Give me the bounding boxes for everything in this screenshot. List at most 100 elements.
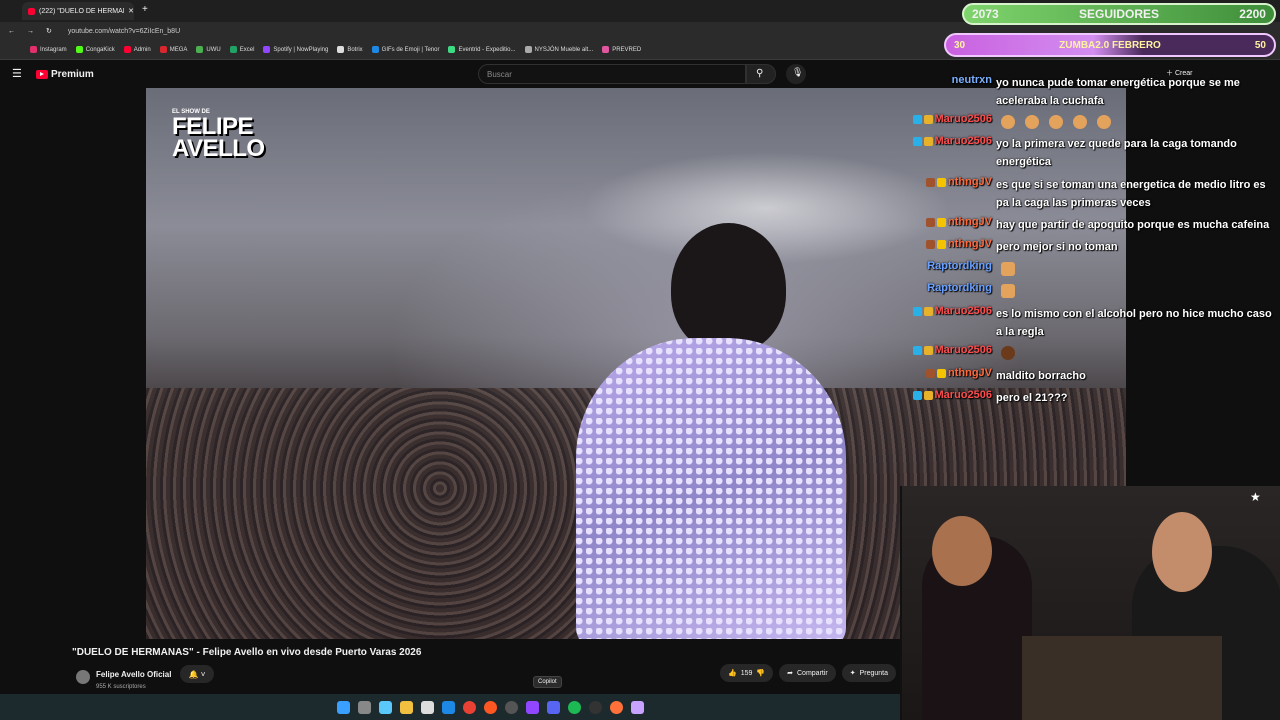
bookmark-item[interactable]: Instagram <box>30 46 67 53</box>
outlook-icon[interactable] <box>441 700 455 714</box>
bookmark-item[interactable]: Botrix <box>337 46 363 53</box>
emote-icon <box>1025 115 1039 130</box>
obs-icon[interactable] <box>588 700 602 714</box>
url-field[interactable]: youtube.com/watch?v=6ZiIcEn_b8U <box>68 28 180 35</box>
tab-title: (222) "DUELO DE HERMANA <box>39 7 125 15</box>
chat-username: Maruo2506 <box>934 389 992 401</box>
chat-username: Maruo2506 <box>934 113 992 125</box>
task-view-icon[interactable] <box>357 700 371 714</box>
badge-icon <box>912 346 922 355</box>
bookmark-item[interactable]: Excel <box>229 46 254 53</box>
search-input[interactable]: Buscar <box>478 64 746 84</box>
forward-icon[interactable]: → <box>27 28 34 35</box>
channel-info: Felipe Avello Oficial 955 K suscriptores <box>76 664 171 690</box>
share-button[interactable]: ➦ Compartir <box>779 664 836 682</box>
reload-icon[interactable]: ↻ <box>46 27 52 35</box>
chat-message: Maruo2506 pero el 21??? <box>890 389 1276 407</box>
bookmark-icon <box>448 46 456 53</box>
bookmark-item[interactable]: NYSJÓN Mueble alt... <box>524 46 593 53</box>
followers-goal-bar: 2073 SEGUIDORES 2200 <box>962 3 1276 25</box>
channel-avatar[interactable] <box>76 670 90 684</box>
chat-message: nthngJV es que si se toman una energetic… <box>890 176 1276 212</box>
spotify-icon[interactable] <box>567 700 581 714</box>
share-icon: ➦ <box>787 670 793 677</box>
start-icon[interactable] <box>336 700 350 714</box>
microphone-icon: 🎙 <box>792 67 804 77</box>
chat-message: Maruo2506 yo la primera vez quede para l… <box>890 135 1276 171</box>
copilot-icon[interactable] <box>378 700 392 714</box>
badge-icon <box>923 115 933 124</box>
discord-icon[interactable] <box>546 700 560 714</box>
badge-icon <box>923 391 933 400</box>
back-icon[interactable]: ← <box>8 28 15 35</box>
app-icon[interactable] <box>483 700 497 714</box>
bookmark-item[interactable]: Spotify | NowPlaying <box>263 46 328 53</box>
file-explorer-icon[interactable] <box>399 700 413 714</box>
chat-message: neutrxn yo nunca pude tomar energética p… <box>951 74 1240 107</box>
twitch-icon[interactable] <box>525 700 539 714</box>
chat-username: neutrxn <box>951 74 992 86</box>
bookmark-icon <box>75 46 83 53</box>
menu-icon[interactable]: ☰ <box>12 67 22 80</box>
chat-message: nthngJV maldito borracho <box>890 367 1276 385</box>
youtube-logo[interactable]: Premium <box>36 69 94 80</box>
chat-username: Maruo2506 <box>934 135 992 147</box>
firefox-icon[interactable] <box>609 700 623 714</box>
bookmark-icon <box>159 46 167 53</box>
streamer-left-head <box>932 516 992 586</box>
bookmark-item[interactable]: MEGA <box>159 46 187 53</box>
bookmark-icon <box>602 46 610 53</box>
bookmark-icon <box>30 46 37 53</box>
notification-bell-button[interactable]: 🔔 ˅ <box>180 665 214 683</box>
emote-icon <box>1001 115 1015 130</box>
chat-message: Maruo2506 <box>890 113 1276 131</box>
bookmark-item[interactable]: Eventrid - Expeditio... <box>448 46 516 53</box>
bookmark-icon <box>229 46 237 53</box>
calendar-icon[interactable] <box>420 700 434 714</box>
new-tab-icon[interactable]: + <box>142 4 148 15</box>
thumbs-up-icon: 👍 <box>728 670 737 677</box>
bookmark-item[interactable]: UWU <box>196 46 221 53</box>
emote-icon <box>1073 115 1087 130</box>
emote-icon <box>1001 346 1015 361</box>
streamer-right-head <box>1152 512 1212 592</box>
chrome-icon[interactable] <box>462 700 476 714</box>
webcam-overlay: ★ <box>900 486 1280 720</box>
performer-image <box>576 338 846 639</box>
windows-taskbar <box>0 694 900 720</box>
bookmark-item[interactable]: CongaKick <box>75 46 115 53</box>
microphone-button[interactable]: 🎙 <box>786 64 806 84</box>
browser-tab[interactable]: (222) "DUELO DE HERMANA ✕ <box>22 2 134 20</box>
app-icon[interactable] <box>630 700 644 714</box>
thumbs-down-icon[interactable]: 👎 <box>756 669 765 677</box>
zumba-goal-bar: 30 ZUMBA2.0 FEBRERO 50 <box>944 33 1276 57</box>
video-title: "DUELO DE HERMANAS" - Felipe Avello en v… <box>72 647 422 658</box>
video-actions: 👍 159 👎 ➦ Compartir ✦ Pregunta <box>720 664 897 682</box>
badge-icon <box>937 240 946 249</box>
badge-icon <box>937 218 946 227</box>
bookmark-item[interactable]: Admin <box>123 46 151 53</box>
performer-hair <box>671 223 786 353</box>
badge-icon <box>937 369 946 378</box>
chat-username: Raptordking <box>927 282 992 294</box>
app-icon[interactable] <box>504 700 518 714</box>
bookmark-item[interactable]: PREVRED <box>602 46 641 53</box>
channel-name[interactable]: Felipe Avello Oficial <box>96 670 171 679</box>
subscriber-count: 955 K suscriptores <box>96 684 146 690</box>
like-button[interactable]: 👍 159 👎 <box>720 664 774 682</box>
bookmark-icon <box>263 46 271 53</box>
badge-icon <box>937 178 946 187</box>
badge-icon <box>926 240 935 249</box>
search-button[interactable]: ⚲ <box>746 64 776 84</box>
badge-icon <box>926 369 935 378</box>
emote-icon <box>1001 284 1015 299</box>
ask-button[interactable]: ✦ Pregunta <box>841 664 897 682</box>
bell-icon: 🔔 ˅ <box>188 669 206 679</box>
bookmark-item[interactable]: GIFs de Emoji | Tenor <box>371 46 439 53</box>
tab-close-icon[interactable]: ✕ <box>128 7 134 15</box>
chat-overlay: neutrxn yo nunca pude tomar energética p… <box>890 70 1280 410</box>
chat-username: Raptordking <box>927 260 992 272</box>
emote-icon <box>1097 115 1111 130</box>
chat-username: Maruo2506 <box>934 305 992 317</box>
chat-username: nthngJV <box>948 367 992 379</box>
